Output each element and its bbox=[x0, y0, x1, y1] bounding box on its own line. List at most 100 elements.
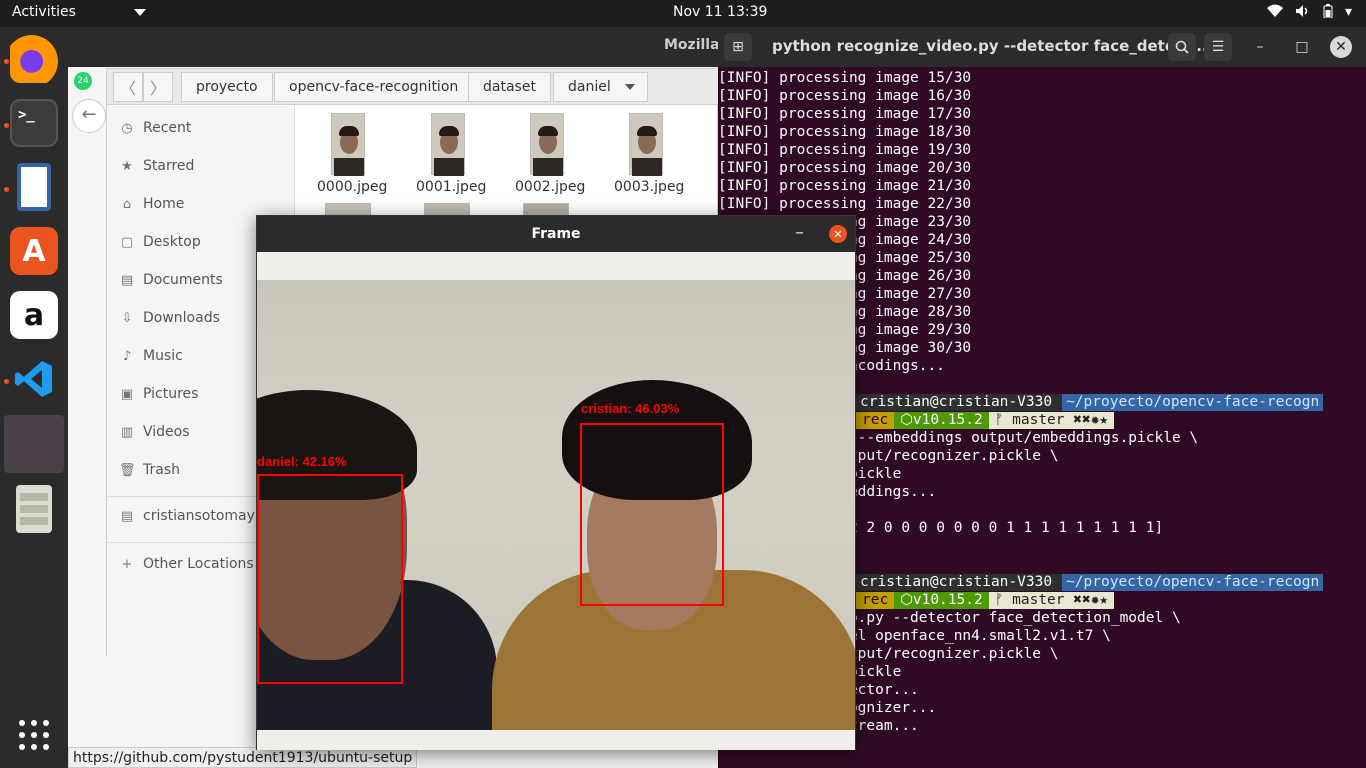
prompt-env: rec bbox=[856, 592, 895, 609]
sidebar-item-recent[interactable]: ◷ Recent bbox=[119, 120, 191, 136]
sidebar-item-pictures[interactable]: ▣ Pictures bbox=[119, 386, 199, 402]
drive-icon: ▤ bbox=[120, 508, 134, 524]
terminal-line: [INFO] processing image 21/30 bbox=[718, 178, 972, 194]
firefox-icon[interactable] bbox=[10, 35, 58, 83]
system-tray[interactable]: ▾ bbox=[1266, 4, 1352, 22]
video-feed: daniel: 42.16% cristian: 46.03% bbox=[257, 280, 855, 730]
breadcrumb-dropdown-icon[interactable] bbox=[625, 84, 635, 90]
detection-box-cristian bbox=[580, 423, 724, 606]
file-name[interactable]: 0001.jpeg bbox=[416, 179, 486, 195]
amazon-icon[interactable]: a bbox=[10, 291, 58, 339]
pictures-icon: ▣ bbox=[120, 386, 134, 402]
plus-icon: + bbox=[121, 556, 133, 572]
sidebar-item-trash[interactable]: 🗑 Trash bbox=[119, 462, 180, 478]
sidebar-item-videos[interactable]: ▥ Videos bbox=[119, 424, 190, 440]
new-tab-icon[interactable]: ⊞ bbox=[724, 33, 752, 61]
sidebar-item-other-locations[interactable]: + Other Locations bbox=[119, 556, 254, 572]
clock-icon: ◷ bbox=[121, 120, 133, 136]
nav-back-button[interactable]: 〈 bbox=[113, 72, 143, 102]
prompt-user: cristian@cristian-V330 bbox=[856, 394, 1063, 411]
file-thumbnail[interactable] bbox=[331, 113, 365, 176]
sidebar-item-desktop[interactable]: ▢ Desktop bbox=[119, 234, 201, 250]
status-url: https://github.com/pystudent1913/ubuntu-… bbox=[68, 747, 418, 768]
trash-icon: 🗑 bbox=[119, 462, 136, 478]
sidebar-item-drive[interactable]: ▤ cristiansotomay bbox=[119, 508, 255, 524]
storage-icon[interactable] bbox=[16, 485, 52, 533]
hamburger-menu-icon[interactable]: ☰ bbox=[1204, 33, 1232, 61]
sidebar-item-music[interactable]: ♪ Music bbox=[119, 348, 183, 364]
file-thumbnail[interactable] bbox=[424, 203, 470, 215]
terminal-line: [INFO] processing image 17/30 bbox=[718, 106, 972, 122]
prompt-node-version: ⬡v10.15.2 bbox=[894, 592, 989, 609]
battery-icon bbox=[1323, 4, 1333, 22]
minimize-icon[interactable]: – bbox=[1246, 33, 1274, 61]
minimize-icon[interactable]: – bbox=[795, 222, 804, 243]
frame-titlebar: Frame – ✕ bbox=[257, 216, 855, 252]
sidebar-item-downloads[interactable]: ⇩ Downloads bbox=[119, 310, 220, 326]
prompt-git-branch: ᚠ master ✖✖✹★ bbox=[988, 412, 1115, 429]
close-icon[interactable]: ✕ bbox=[829, 225, 847, 243]
terminal-line: [INFO] processing image 19/30 bbox=[718, 142, 972, 158]
volume-icon bbox=[1295, 4, 1311, 22]
frame-bottom-bar bbox=[257, 730, 855, 750]
wifi-icon bbox=[1266, 4, 1283, 22]
dock: >_ A a bbox=[0, 27, 68, 768]
sidebar-item-starred[interactable]: ★ Starred bbox=[119, 158, 194, 174]
breadcrumb-proyecto[interactable]: proyecto bbox=[181, 72, 273, 102]
maximize-icon[interactable]: □ bbox=[1288, 33, 1316, 61]
detection-box-daniel bbox=[257, 474, 403, 684]
star-icon: ★ bbox=[121, 158, 133, 174]
terminal-icon[interactable]: >_ bbox=[10, 99, 58, 147]
terminal-line: [INFO] processing image 16/30 bbox=[718, 88, 972, 104]
file-thumbnail[interactable] bbox=[325, 203, 371, 215]
whatsapp-tab-icon[interactable]: 24 bbox=[74, 72, 92, 90]
breadcrumb-opencv-face-recognition[interactable]: opencv-face-recognition bbox=[274, 72, 474, 102]
nav-forward-button[interactable]: 〉 bbox=[143, 72, 173, 102]
file-thumbnail[interactable] bbox=[629, 113, 663, 176]
file-thumbnail[interactable] bbox=[523, 203, 569, 215]
search-icon[interactable] bbox=[1168, 33, 1196, 61]
frame-window: Frame – ✕ daniel: 42.16% cristian: 46.03… bbox=[256, 215, 856, 750]
terminal-line: [INFO] processing image 20/30 bbox=[718, 160, 972, 176]
file-name[interactable]: 0003.jpeg bbox=[614, 179, 684, 195]
running-indicator bbox=[4, 59, 9, 64]
running-indicator bbox=[4, 379, 9, 384]
sidebar-item-home[interactable]: ⌂ Home bbox=[119, 196, 184, 212]
active-window-icon[interactable] bbox=[4, 415, 64, 473]
music-icon: ♪ bbox=[122, 348, 132, 364]
file-name[interactable]: 0000.jpeg bbox=[317, 179, 387, 195]
breadcrumb-dataset[interactable]: dataset bbox=[468, 72, 551, 102]
file-thumbnail[interactable] bbox=[530, 113, 564, 176]
activities-button[interactable]: Activities bbox=[12, 4, 76, 20]
close-icon[interactable]: ✕ bbox=[1330, 36, 1352, 58]
power-menu-chevron-icon: ▾ bbox=[1344, 4, 1352, 20]
prompt-user: cristian@cristian-V330 bbox=[856, 574, 1063, 591]
documents-icon: ▤ bbox=[120, 272, 134, 288]
back-arrow-icon[interactable]: ← bbox=[72, 99, 106, 133]
files-header: 〈 〉 proyecto opencv-face-recognition dat… bbox=[107, 69, 719, 105]
clock[interactable]: Nov 11 13:39 bbox=[673, 4, 767, 20]
prompt-path: ~/proyecto/opencv-face-recogn bbox=[1062, 574, 1324, 591]
software-icon[interactable]: A bbox=[10, 227, 58, 275]
terminal-title: python recognize_video.py --detector fac… bbox=[772, 37, 1214, 55]
prompt-env: rec bbox=[856, 412, 895, 429]
chevron-down-icon[interactable] bbox=[134, 9, 146, 16]
running-indicator bbox=[4, 123, 9, 128]
prompt-git-branch: ᚠ master ✖✖✹★ bbox=[988, 592, 1115, 609]
terminal-line: [INFO] processing image 18/30 bbox=[718, 124, 972, 140]
app-grid-icon[interactable] bbox=[10, 711, 58, 759]
prompt-node-version: ⬡v10.15.2 bbox=[894, 412, 989, 429]
home-icon: ⌂ bbox=[122, 196, 132, 212]
terminal-line: [INFO] processing image 22/30 bbox=[718, 196, 972, 212]
vscode-icon[interactable] bbox=[10, 355, 58, 403]
sidebar-item-documents[interactable]: ▤ Documents bbox=[119, 272, 223, 288]
running-indicator bbox=[4, 187, 9, 192]
firefox-titlebar: Mozilla bbox=[68, 27, 728, 67]
file-thumbnail[interactable] bbox=[431, 113, 465, 176]
terminal-titlebar: ⊞ python recognize_video.py --detector f… bbox=[718, 27, 1366, 67]
prompt-path: ~/proyecto/opencv-face-recogn bbox=[1062, 394, 1324, 411]
file-name[interactable]: 0002.jpeg bbox=[515, 179, 585, 195]
files-icon[interactable] bbox=[17, 163, 51, 211]
detection-label-cristian: cristian: 46.03% bbox=[581, 401, 680, 416]
frame-toolbar-area bbox=[257, 252, 855, 280]
